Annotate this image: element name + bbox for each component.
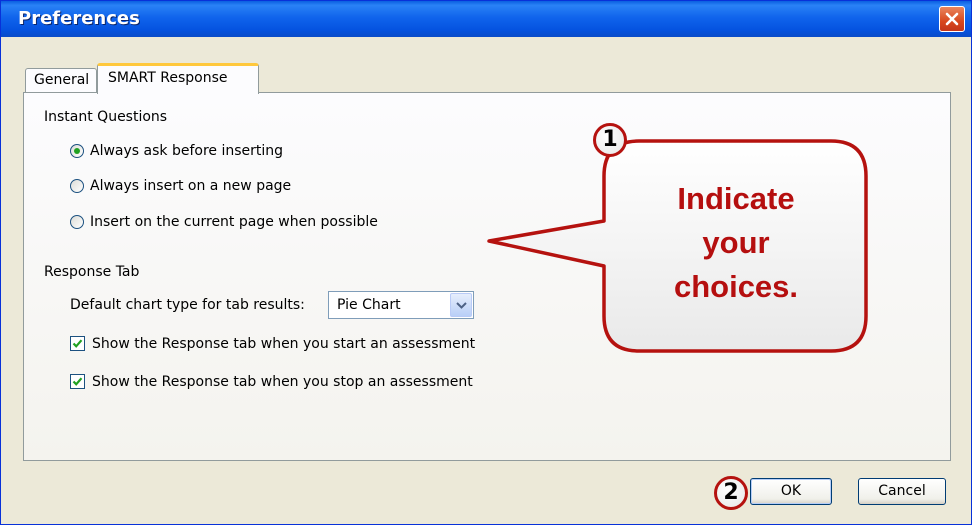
cancel-button[interactable]: Cancel (858, 478, 946, 505)
chart-type-select[interactable]: Pie Chart (328, 291, 474, 319)
tab-general[interactable]: General (25, 68, 97, 92)
radio-new-page-label[interactable]: Always insert on a new page (90, 178, 291, 194)
checkbox-show-on-stop[interactable] (70, 374, 85, 389)
radio-always-ask[interactable] (70, 144, 84, 158)
window-title: Preferences (18, 8, 140, 29)
chart-type-value: Pie Chart (337, 297, 401, 313)
radio-selected-dot (74, 148, 80, 154)
checkbox-show-on-start[interactable] (70, 336, 85, 351)
checkmark-icon (72, 339, 83, 348)
response-tab-heading: Response Tab (44, 264, 140, 280)
ok-button[interactable]: OK (750, 478, 832, 505)
preferences-dialog: Preferences General SMART Response Insta… (0, 0, 972, 525)
callout-text: Indicate your choices. (606, 177, 866, 309)
radio-current-page-label[interactable]: Insert on the current page when possible (90, 214, 378, 230)
radio-always-ask-label[interactable]: Always ask before inserting (90, 143, 283, 159)
callout-line-2: your (702, 225, 770, 260)
chart-type-dropdown-button[interactable] (450, 293, 472, 317)
chart-type-label: Default chart type for tab results: (70, 297, 305, 313)
step-2-badge: 2 (714, 476, 748, 510)
step-1-badge: 1 (593, 123, 627, 157)
tab-smart-response-label: SMART Response (108, 70, 228, 86)
title-bar[interactable]: Preferences (1, 1, 971, 37)
callout-line-3: choices. (673, 269, 799, 304)
checkbox-show-on-start-label[interactable]: Show the Response tab when you start an … (92, 336, 475, 352)
callout-line-1: Indicate (677, 181, 795, 216)
checkmark-icon (72, 377, 83, 386)
tab-general-label: General (34, 72, 90, 88)
chevron-down-icon (456, 302, 467, 309)
tab-smart-response[interactable]: SMART Response (97, 63, 259, 94)
radio-current-page[interactable] (70, 215, 84, 229)
instant-questions-heading: Instant Questions (44, 109, 168, 125)
close-button[interactable] (939, 6, 965, 32)
close-icon (945, 12, 959, 26)
radio-new-page[interactable] (70, 179, 84, 193)
checkbox-show-on-stop-label[interactable]: Show the Response tab when you stop an a… (92, 374, 473, 390)
